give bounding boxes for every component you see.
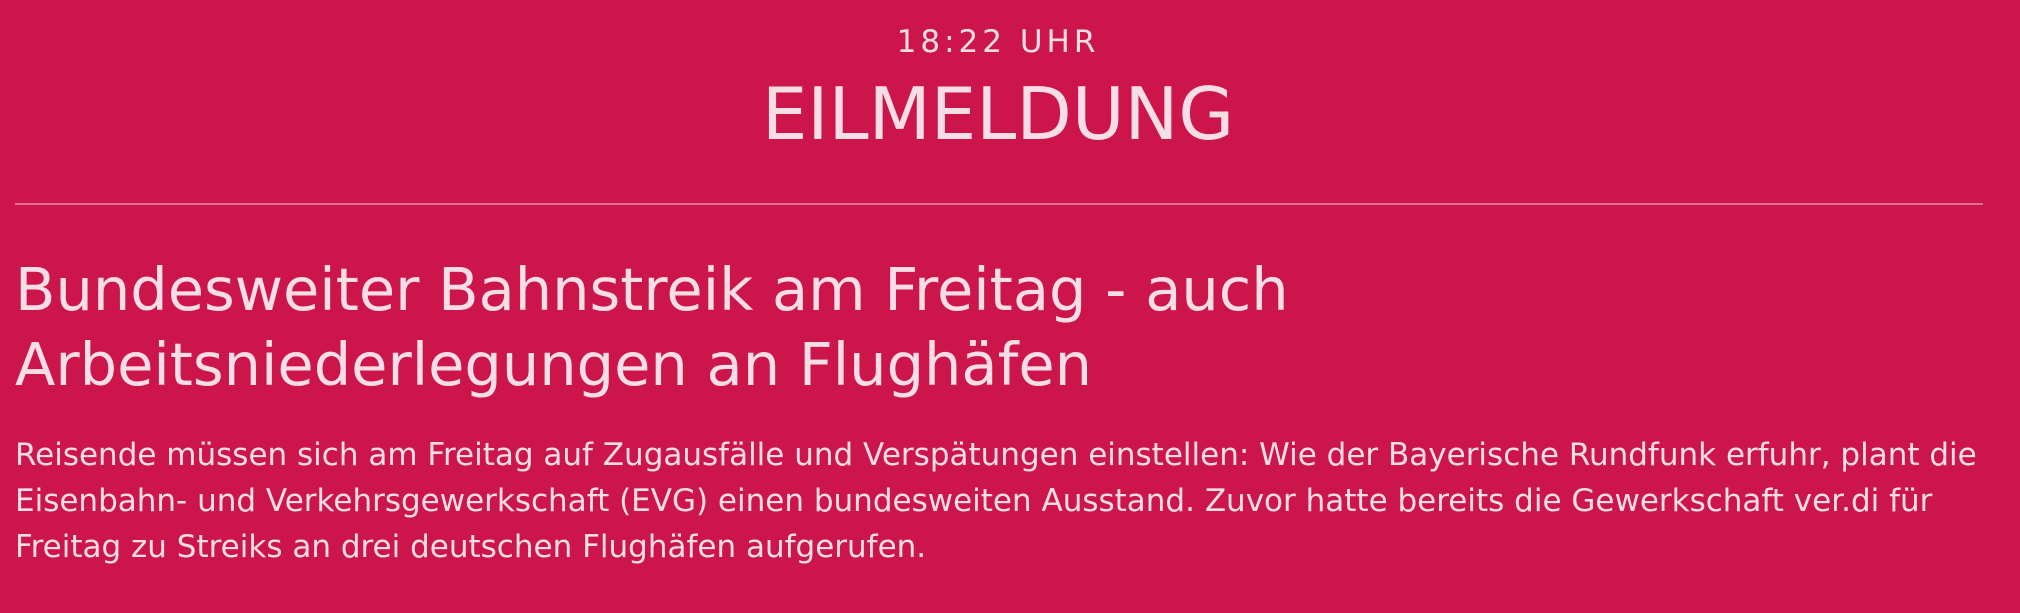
news-body: Reisende müssen sich am Freitag auf Zuga… (15, 437, 1977, 565)
headline-line-2: Arbeitsniederlegungen an Flughäfen (15, 330, 1093, 399)
breaking-news-banner: 18:22 UHR EILMELDUNG Bundesweiter Bahnst… (0, 0, 2020, 613)
breaking-news-label: EILMELDUNG (761, 72, 1235, 156)
headline[interactable]: Bundesweiter Bahnstreik am Freitag - auc… (15, 252, 1995, 402)
news-time: 18:22 UHR (896, 24, 1100, 60)
divider (15, 203, 1983, 205)
headline-line-1: Bundesweiter Bahnstreik am Freitag - auc… (15, 255, 1289, 324)
